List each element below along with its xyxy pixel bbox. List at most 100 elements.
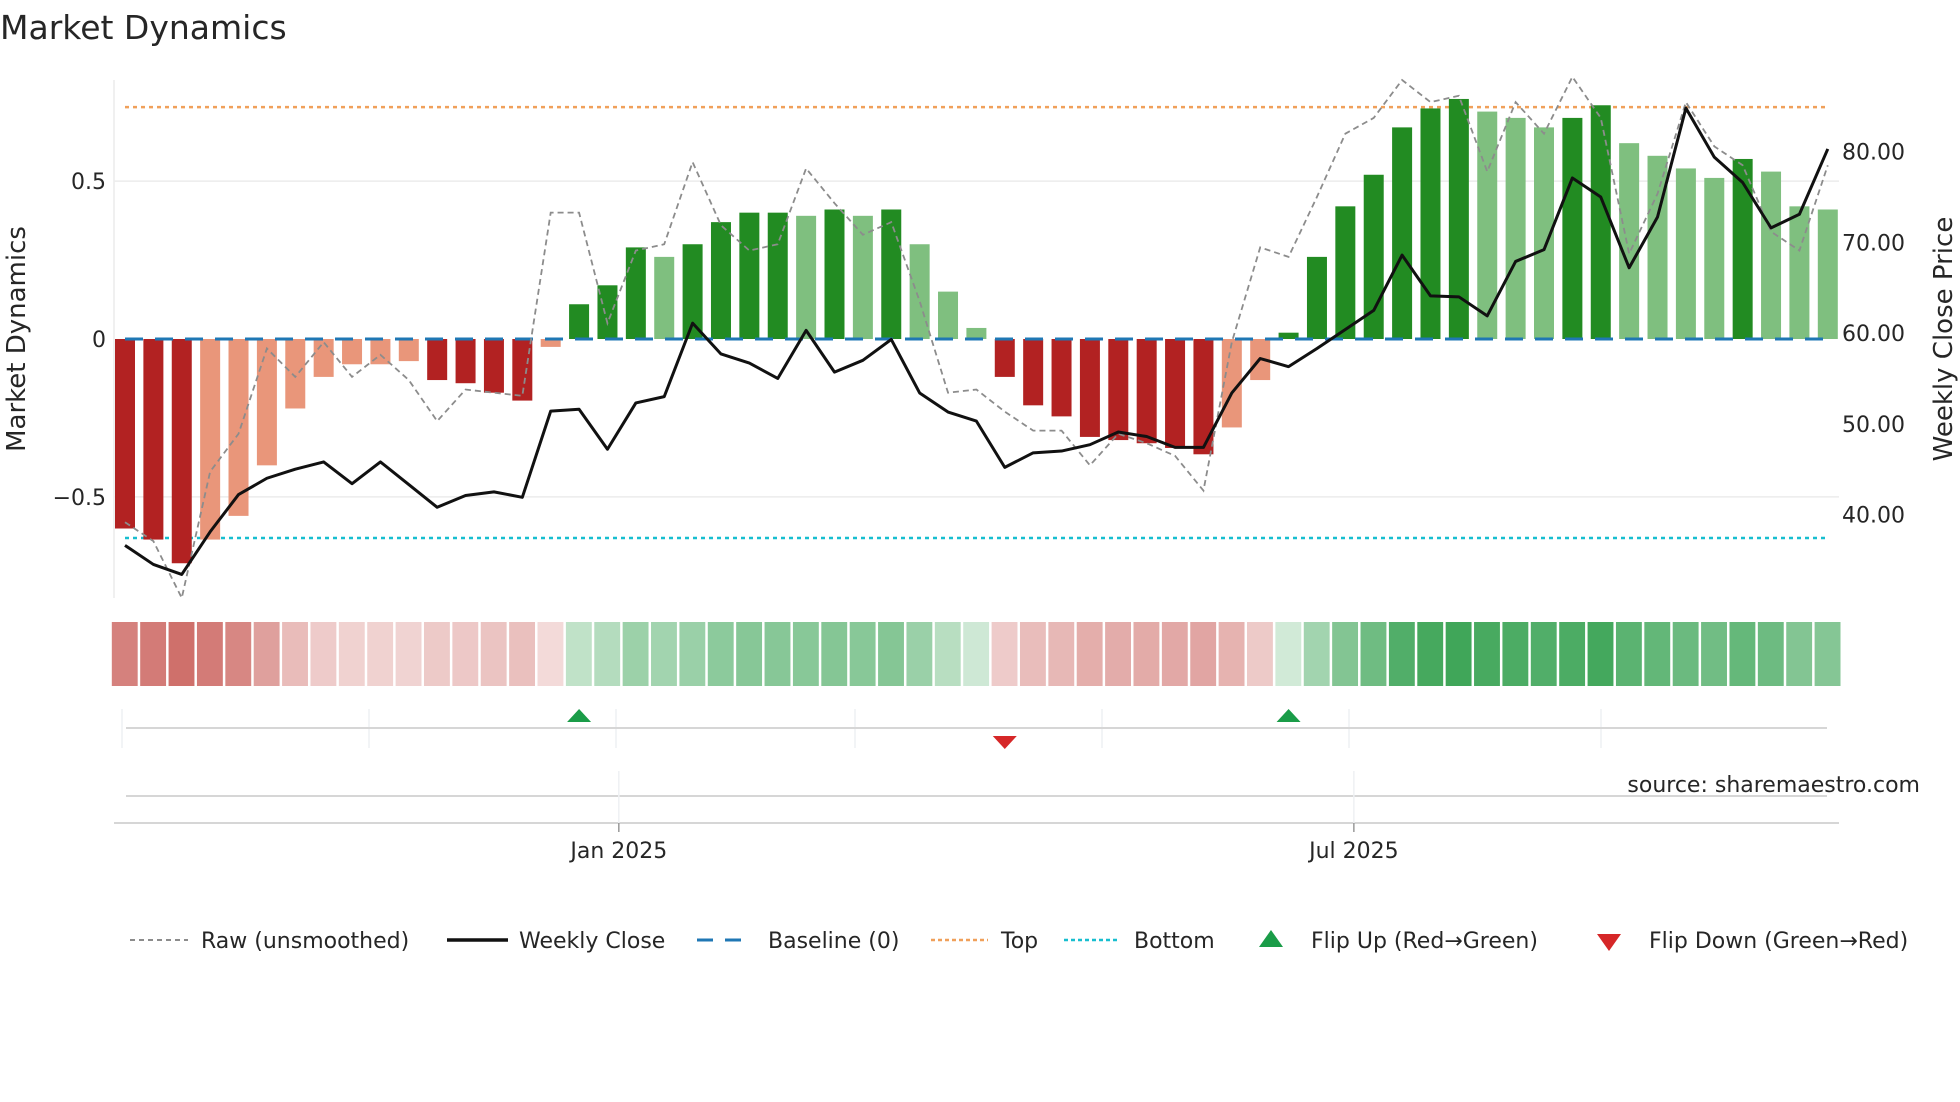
strip-cell [934, 622, 961, 686]
momentum-bar [1732, 158, 1753, 339]
momentum-bar [994, 339, 1015, 377]
strip-cell [622, 622, 649, 686]
strip-cell [1559, 622, 1586, 686]
momentum-bar [1136, 339, 1157, 444]
strip-cell [1218, 622, 1245, 686]
legend-flip-up-label: Flip Up (Red→Green) [1311, 929, 1538, 954]
source-label: source: sharemaestro.com [1627, 773, 1920, 798]
momentum-bar [342, 339, 363, 365]
x-tick-label: Jul 2025 [1307, 839, 1399, 864]
strip-cell [338, 622, 365, 686]
strip-cell [1474, 622, 1500, 686]
strip-cell [963, 622, 990, 686]
momentum-bar [654, 256, 675, 339]
y2-tick-label: 80.00 [1842, 141, 1905, 166]
momentum-bar [1165, 339, 1186, 448]
legend-baseline-label: Baseline (0) [768, 929, 899, 954]
strip-cell [480, 622, 507, 686]
y-tick-label: 0.5 [71, 170, 106, 195]
strip-cell [651, 622, 677, 686]
momentum-bar [739, 212, 760, 339]
strip-cell [1757, 622, 1784, 686]
momentum-bar [143, 339, 164, 540]
flip-markers-panel [121, 709, 1827, 749]
strip-cell [1644, 622, 1671, 686]
momentum-bar [710, 222, 731, 339]
momentum-bar [171, 339, 192, 564]
momentum-bar [569, 304, 590, 339]
momentum-bar [1306, 256, 1327, 339]
market-dynamics-chart: Market Dynamics 0.5 0 −0.5 40.00 50.00 60.00… [0, 8, 1959, 954]
momentum-bar [1023, 339, 1044, 406]
strip-cell [1048, 622, 1075, 686]
strip-cell [792, 622, 819, 686]
strip-cell [821, 622, 848, 686]
momentum-bar [767, 212, 788, 339]
strip-cell [196, 622, 223, 686]
strip-cell [1814, 622, 1841, 686]
strip-cell [1786, 622, 1813, 686]
strip-cell [1417, 622, 1444, 686]
strip-cell [1019, 622, 1046, 686]
momentum-bar [200, 339, 221, 540]
strip-cell [1729, 622, 1756, 686]
strip-cell [1303, 622, 1330, 686]
strip-cell [1615, 622, 1642, 686]
momentum-bar [966, 327, 987, 339]
strip-cell [1275, 622, 1302, 686]
strip-cell [1161, 622, 1188, 686]
legend-flip-down-label: Flip Down (Green→Red) [1649, 929, 1908, 954]
strip-cell [849, 622, 876, 686]
strip-cell [736, 622, 763, 686]
strip-cell [991, 622, 1018, 686]
momentum-bar [427, 339, 448, 381]
strip-cell [1076, 622, 1103, 686]
strip-cell [282, 622, 308, 686]
strip-cell [565, 622, 592, 686]
strip-cell [1360, 622, 1387, 686]
strip-cell [1587, 622, 1614, 686]
momentum-bar [1079, 339, 1100, 437]
strip-cell [594, 622, 621, 686]
momentum-heat-strip [111, 622, 1841, 686]
momentum-bar [455, 339, 476, 384]
momentum-bar [625, 247, 646, 339]
strip-cell [1190, 622, 1217, 686]
momentum-bar [1619, 143, 1640, 339]
y2-tick-label: 40.00 [1842, 504, 1905, 529]
momentum-bar [881, 209, 902, 339]
strip-cell [679, 622, 706, 686]
legend-raw-label: Raw (unsmoothed) [201, 929, 409, 954]
momentum-bar [115, 339, 135, 529]
legend: Raw (unsmoothed) Weekly Close Baseline (… [130, 929, 1908, 954]
strip-cell [906, 622, 933, 686]
strip-cell [707, 622, 734, 686]
momentum-bar [1675, 168, 1696, 339]
momentum-bar [1335, 206, 1356, 339]
momentum-bar [824, 209, 845, 339]
strip-cell [1332, 622, 1359, 686]
momentum-bar [1505, 117, 1526, 339]
y2-tick-label: 70.00 [1842, 231, 1905, 256]
left-axis-title: Market Dynamics [2, 226, 32, 452]
strip-cell [225, 622, 252, 686]
right-axis-title: Weekly Close Price [1929, 217, 1959, 462]
strip-cell [423, 622, 450, 686]
y-tick-label: 0 [92, 328, 106, 353]
momentum-bar [1420, 108, 1441, 340]
momentum-bar [1647, 155, 1668, 339]
strip-cell [764, 622, 791, 686]
strip-cell [253, 622, 280, 686]
flip-up-marker [567, 709, 592, 722]
momentum-bar [1761, 171, 1782, 339]
momentum-bar [1392, 127, 1413, 339]
strip-cell [537, 622, 564, 686]
momentum-bar [1789, 206, 1810, 339]
strip-cell [395, 622, 422, 686]
strip-cell [509, 622, 536, 686]
momentum-bar [483, 339, 504, 393]
strip-cell [1672, 622, 1699, 686]
momentum-bar [1108, 339, 1129, 441]
y2-tick-label: 50.00 [1842, 413, 1905, 438]
momentum-bar [1590, 105, 1611, 339]
